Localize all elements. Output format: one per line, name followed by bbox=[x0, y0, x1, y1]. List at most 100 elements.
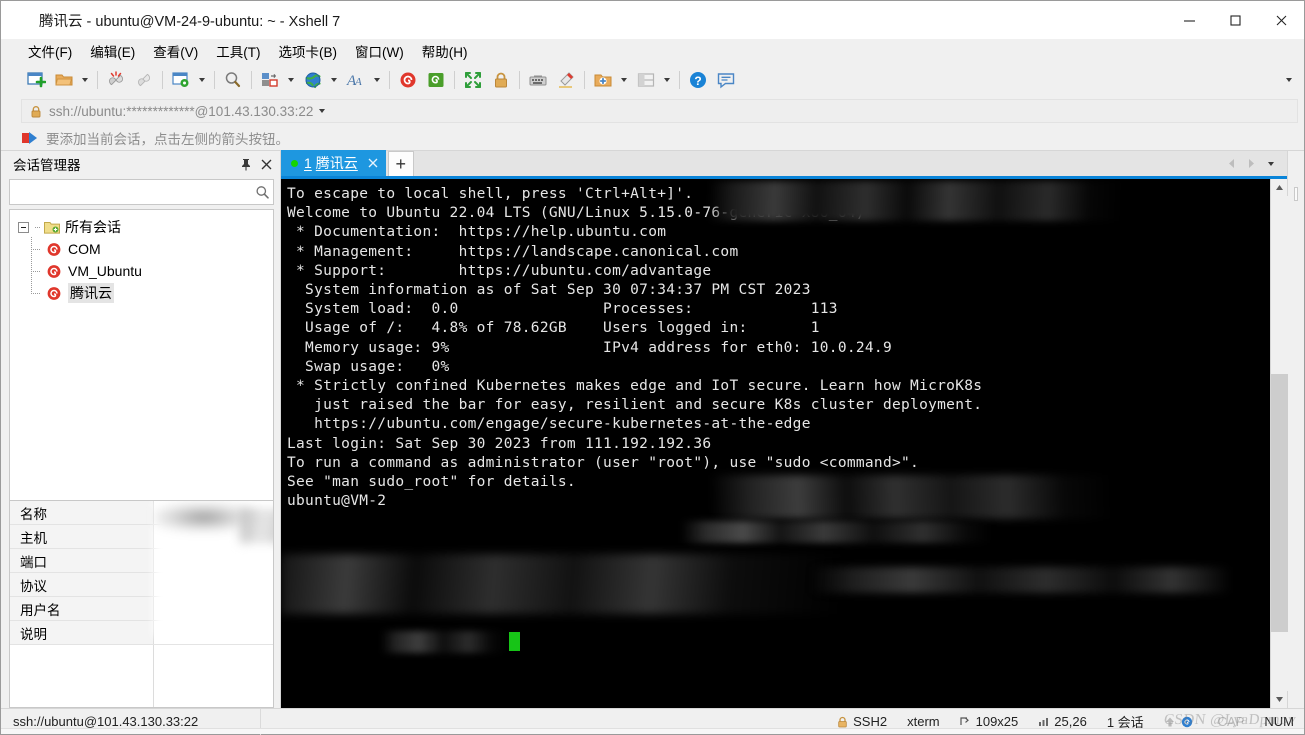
status-protocol: SSH2 bbox=[853, 714, 888, 729]
new-tab-button[interactable]: + bbox=[387, 151, 414, 176]
layout-caret[interactable] bbox=[661, 67, 672, 93]
layout-icon[interactable] bbox=[633, 67, 659, 93]
redacted-region-url bbox=[681, 521, 991, 543]
search-icon[interactable] bbox=[251, 185, 273, 200]
tab-list-dropdown-button[interactable] bbox=[1261, 153, 1281, 175]
tree-node-all-sessions[interactable]: 所有会话 bbox=[10, 216, 273, 238]
scrollbar-track[interactable] bbox=[1270, 196, 1288, 691]
session-properties-icon[interactable] bbox=[168, 67, 194, 93]
xshell-window: 腾讯云 - ubuntu@VM-24-9-ubuntu: ~ - Xshell … bbox=[0, 0, 1305, 735]
tree-node-session-vm-ubuntu[interactable]: VM_Ubuntu bbox=[10, 259, 273, 282]
terminal-line: See "man sudo_root" for details. bbox=[287, 474, 576, 491]
terminal-output[interactable]: To escape to local shell, press 'Ctrl+Al… bbox=[281, 179, 1270, 708]
property-value-blank bbox=[154, 645, 273, 707]
font-caret[interactable] bbox=[371, 67, 382, 93]
tab-tencent-cloud[interactable]: 1 腾讯云 bbox=[281, 150, 386, 176]
menu-bar: 文件(F) 编辑(E) 查看(V) 工具(T) 选项卡(B) 窗口(W) 帮助(… bbox=[1, 39, 1304, 63]
terminal-line: System load: 0.0 Processes: 113 bbox=[287, 301, 838, 318]
toolbar-separator bbox=[97, 71, 98, 89]
xftp-icon[interactable] bbox=[423, 67, 449, 93]
tree-expander-icon[interactable] bbox=[18, 221, 29, 233]
property-row-description: 说明 bbox=[10, 621, 273, 645]
property-key: 协议 bbox=[10, 573, 154, 596]
session-manager-panel: 会话管理器 所有会话 COM VM_Ubuntu 腾讯云 名称 主机 端口 协议… bbox=[1, 151, 281, 708]
new-session-icon[interactable] bbox=[23, 67, 49, 93]
minimize-button[interactable] bbox=[1166, 1, 1212, 39]
find-icon[interactable] bbox=[220, 67, 246, 93]
add-folder-icon[interactable] bbox=[590, 67, 616, 93]
toolbar-overflow-button[interactable] bbox=[1282, 63, 1296, 97]
address-input[interactable]: ssh://ubuntu:*************@101.43.130.33… bbox=[21, 99, 1298, 123]
menu-view[interactable]: 查看(V) bbox=[144, 39, 207, 63]
address-dropdown-button[interactable] bbox=[313, 99, 331, 123]
menu-file[interactable]: 文件(F) bbox=[19, 39, 81, 63]
close-button[interactable] bbox=[1258, 1, 1304, 39]
terminal-prompt-line: ubuntu@VM-2 bbox=[287, 492, 1270, 511]
file-transfer-caret[interactable] bbox=[285, 67, 296, 93]
property-key: 说明 bbox=[10, 621, 154, 644]
lock-icon[interactable] bbox=[488, 67, 514, 93]
menu-tools[interactable]: 工具(T) bbox=[207, 39, 269, 63]
session-search-input[interactable] bbox=[10, 181, 251, 203]
chat-icon[interactable] bbox=[713, 67, 739, 93]
terminal-line: Swap usage: 0% bbox=[287, 358, 450, 375]
property-value[interactable] bbox=[154, 549, 273, 572]
folder-icon bbox=[44, 220, 60, 234]
globe-icon[interactable] bbox=[300, 67, 326, 93]
session-search-box[interactable] bbox=[9, 179, 274, 205]
redacted-region-sudo-line bbox=[811, 567, 1231, 593]
close-panel-button[interactable] bbox=[256, 154, 276, 174]
add-folder-caret[interactable] bbox=[618, 67, 629, 93]
tab-scroll-left-button[interactable] bbox=[1221, 153, 1241, 175]
menu-window[interactable]: 窗口(W) bbox=[346, 39, 413, 63]
disconnect-icon[interactable] bbox=[103, 67, 129, 93]
font-icon[interactable]: A A bbox=[343, 67, 369, 93]
property-key-blank bbox=[10, 645, 154, 707]
pin-panel-button[interactable] bbox=[236, 154, 256, 174]
file-transfer-icon[interactable] bbox=[257, 67, 283, 93]
session-properties-caret[interactable] bbox=[196, 67, 207, 93]
terminal-cursor bbox=[509, 632, 520, 651]
property-key: 名称 bbox=[10, 501, 154, 524]
address-bar: ssh://ubuntu:*************@101.43.130.33… bbox=[1, 97, 1304, 125]
tab-close-icon[interactable] bbox=[364, 153, 382, 173]
keyboard-icon[interactable] bbox=[525, 67, 551, 93]
fullscreen-icon[interactable] bbox=[460, 67, 486, 93]
menu-help[interactable]: 帮助(H) bbox=[413, 39, 477, 63]
open-folder-icon[interactable] bbox=[51, 67, 77, 93]
property-value[interactable] bbox=[154, 573, 273, 596]
highlight-icon[interactable] bbox=[553, 67, 579, 93]
property-value[interactable] bbox=[154, 621, 273, 644]
menu-edit[interactable]: 编辑(E) bbox=[81, 39, 144, 63]
redacted-region-last-login bbox=[281, 554, 841, 614]
property-value[interactable] bbox=[154, 501, 273, 524]
tab-scroll-right-button[interactable] bbox=[1241, 153, 1261, 175]
maximize-button[interactable] bbox=[1212, 1, 1258, 39]
globe-caret[interactable] bbox=[328, 67, 339, 93]
terminal-line: To run a command as administrator (user … bbox=[287, 454, 920, 471]
scrollbar-thumb[interactable] bbox=[1270, 374, 1288, 632]
scroll-down-button[interactable] bbox=[1270, 691, 1288, 708]
open-folder-caret[interactable] bbox=[79, 67, 90, 93]
tree-node-session-tencent-cloud[interactable]: 腾讯云 bbox=[10, 281, 273, 304]
xshell-icon[interactable] bbox=[395, 67, 421, 93]
help-icon[interactable]: ? bbox=[685, 67, 711, 93]
tree-node-session-com[interactable]: COM bbox=[10, 237, 273, 260]
tab-strip: 1 腾讯云 + bbox=[281, 150, 1287, 179]
property-row-host: 主机 bbox=[10, 525, 273, 549]
dock-tab-placeholder[interactable] bbox=[1294, 187, 1298, 201]
menu-tabs[interactable]: 选项卡(B) bbox=[270, 39, 347, 63]
property-value[interactable] bbox=[154, 525, 273, 548]
terminal-scrollbar[interactable] bbox=[1270, 179, 1288, 708]
window-bottom-edge bbox=[1, 728, 1304, 734]
tree-node-label: VM_Ubuntu bbox=[68, 263, 142, 279]
reconnect-icon[interactable] bbox=[131, 67, 157, 93]
xftp-icon[interactable] bbox=[1181, 716, 1193, 728]
upload-icon[interactable] bbox=[1164, 716, 1176, 728]
terminal-line: * Management: https://landscape.canonica… bbox=[287, 243, 739, 260]
property-value[interactable] bbox=[154, 597, 273, 620]
terminal-line: * Documentation: https://help.ubuntu.com bbox=[287, 224, 667, 241]
scroll-up-button[interactable] bbox=[1270, 179, 1288, 196]
toolbar-separator bbox=[679, 71, 680, 89]
session-tree[interactable]: 所有会话 COM VM_Ubuntu 腾讯云 bbox=[9, 209, 274, 500]
